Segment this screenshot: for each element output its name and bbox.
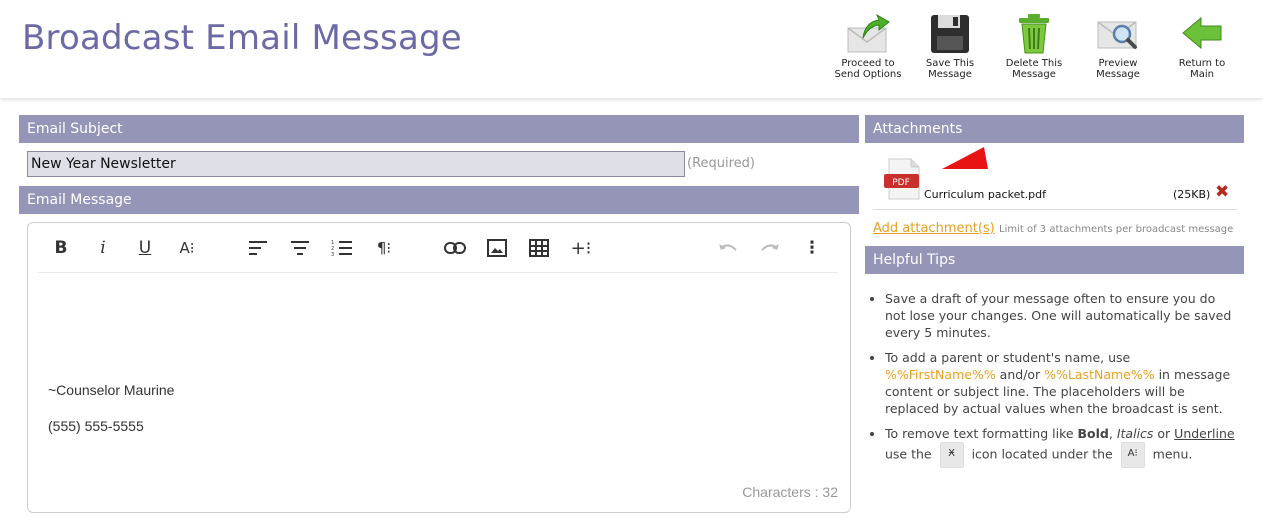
email-message-header: Email Message xyxy=(19,186,859,214)
align-left-icon xyxy=(249,241,267,255)
helpful-tips-list: Save a draft of your message often to en… xyxy=(868,290,1238,476)
phone-line: (555) 555-5555 xyxy=(48,418,144,434)
svg-text:3: 3 xyxy=(331,252,334,256)
align-center-button[interactable] xyxy=(286,236,314,260)
character-count: Characters : 32 xyxy=(742,484,838,500)
ordered-list-button[interactable]: 123 xyxy=(328,236,356,260)
envelope-magnifier-icon xyxy=(1097,21,1137,49)
italics-example: Italics xyxy=(1116,426,1154,441)
email-subject-header: Email Subject xyxy=(19,115,859,143)
delete-label: Delete This Message xyxy=(1005,58,1063,80)
redo-button[interactable] xyxy=(756,236,784,260)
editor-toolbar: B i U A⁝ 123 ¶⁝ +⁝ ⋮ xyxy=(38,223,838,273)
tip-text: icon located under the xyxy=(967,446,1117,462)
link-icon xyxy=(444,242,466,254)
align-center-icon xyxy=(291,241,309,255)
tip-text: To add a parent or student's name, use xyxy=(885,350,1131,365)
tip-text: menu. xyxy=(1148,446,1193,462)
attachment-limit-note: Limit of 3 attachments per broadcast mes… xyxy=(999,224,1234,235)
red-arrow-pointer-icon xyxy=(942,147,988,169)
font-size-menu-icon: A⁝ xyxy=(1120,442,1145,468)
image-icon xyxy=(487,239,507,257)
save-label: Save This Message xyxy=(925,58,975,80)
align-left-button[interactable] xyxy=(244,236,272,260)
email-subject-input[interactable]: New Year Newsletter xyxy=(27,151,685,177)
underline-button[interactable]: U xyxy=(131,236,159,260)
attachment-file-size: (25KB) xyxy=(1173,188,1211,201)
required-note: (Required) xyxy=(687,156,756,171)
floppy-disk-icon xyxy=(931,15,969,53)
paragraph-format-button[interactable]: ¶⁝ xyxy=(370,236,398,260)
proceed-to-send-options-button[interactable]: Proceed to Send Options xyxy=(826,12,910,80)
save-message-button[interactable]: Save This Message xyxy=(908,12,992,80)
preview-message-button[interactable]: Preview Message xyxy=(1076,12,1160,80)
tip-text: or xyxy=(1153,426,1175,441)
ordered-list-icon: 123 xyxy=(331,240,352,256)
redo-icon xyxy=(761,244,779,251)
trash-can-icon xyxy=(1019,14,1049,54)
page-header: Broadcast Email Message Proceed to Send … xyxy=(0,0,1263,98)
insert-more-button[interactable]: +⁝ xyxy=(567,236,595,260)
signature-line: ~Counselor Maurine xyxy=(48,382,175,398)
add-attachment-link[interactable]: Add attachment(s) xyxy=(873,221,995,236)
delete-attachment-icon[interactable]: ✖ xyxy=(1215,182,1229,202)
proceed-label: Proceed to Send Options xyxy=(834,58,902,80)
return-to-main-button[interactable]: Return to Main xyxy=(1160,12,1244,80)
insert-link-button[interactable] xyxy=(441,236,469,260)
tip-item: To add a parent or student's name, use %… xyxy=(885,349,1238,417)
undo-icon xyxy=(719,244,737,251)
table-icon xyxy=(529,239,549,257)
tip-item: Save a draft of your message often to en… xyxy=(885,290,1238,341)
tip-text: , xyxy=(1108,426,1117,441)
message-editor[interactable]: B i U A⁝ 123 ¶⁝ +⁝ ⋮ ~Counselor Maurine … xyxy=(27,222,851,513)
font-size-button[interactable]: A⁝ xyxy=(173,236,201,260)
bold-example: Bold xyxy=(1077,426,1109,441)
page-title: Broadcast Email Message xyxy=(22,18,462,58)
tip-text: To remove text formatting like xyxy=(885,426,1078,441)
return-label: Return to Main xyxy=(1178,58,1226,80)
envelope-arrow-icon xyxy=(847,13,890,53)
underline-example: Underline xyxy=(1174,426,1235,441)
helpful-tips-header: Helpful Tips xyxy=(865,246,1244,274)
pdf-file-icon: PDF xyxy=(884,158,920,200)
tip-text: use the xyxy=(885,446,936,462)
italic-button[interactable]: i xyxy=(89,236,117,260)
tip-item: To remove text formatting like Bold, Ita… xyxy=(885,425,1238,468)
clear-formatting-icon: Ӿ xyxy=(939,442,964,468)
delete-message-button[interactable]: Delete This Message xyxy=(992,12,1076,80)
attachment-item: PDF Curriculum packet.pdf (25KB) ✖ xyxy=(873,147,1237,210)
bold-button[interactable]: B xyxy=(47,236,75,260)
undo-button[interactable] xyxy=(714,236,742,260)
tip-text: and/or xyxy=(995,367,1045,382)
attachments-header: Attachments xyxy=(865,115,1244,143)
insert-image-button[interactable] xyxy=(483,236,511,260)
insert-table-button[interactable] xyxy=(525,236,553,260)
pdf-badge-text: PDF xyxy=(892,178,910,188)
more-options-button[interactable]: ⋮ xyxy=(798,236,826,260)
editor-content[interactable]: ~Counselor Maurine (555) 555-5555 xyxy=(48,381,174,453)
attachment-file-name[interactable]: Curriculum packet.pdf xyxy=(924,188,1046,201)
back-arrow-icon xyxy=(1182,16,1222,50)
preview-label: Preview Message xyxy=(1096,58,1140,80)
lastname-placeholder: %%LastName%% xyxy=(1044,367,1155,382)
firstname-placeholder: %%FirstName%% xyxy=(885,367,996,382)
tip-text: Save a draft of your message often to en… xyxy=(885,291,1232,340)
